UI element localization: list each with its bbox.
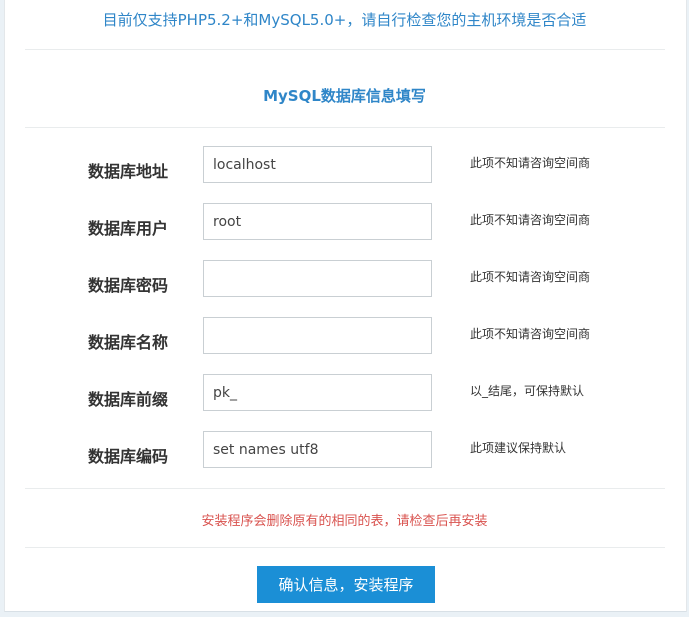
db-name-hint: 此项不知请咨询空间商 — [470, 327, 591, 341]
field-row-db-prefix: 数据库前缀 以_结尾，可保持默认 — [0, 374, 689, 412]
divider — [25, 127, 665, 128]
db-host-label: 数据库地址 — [88, 162, 169, 181]
db-password-hint: 此项不知请咨询空间商 — [470, 270, 591, 284]
db-password-label: 数据库密码 — [88, 276, 169, 295]
section-title: MySQL数据库信息填写 — [263, 87, 426, 105]
environment-notice: 目前仅支持PHP5.2+和MySQL5.0+，请自行检查您的主机环境是否合适 — [102, 11, 587, 29]
divider — [25, 488, 665, 489]
field-row-db-name: 数据库名称 此项不知请咨询空间商 — [0, 317, 689, 355]
field-row-db-host: 数据库地址 此项不知请咨询空间商 — [0, 146, 689, 184]
db-charset-input[interactable] — [203, 431, 432, 468]
db-name-label: 数据库名称 — [88, 333, 169, 352]
db-user-hint: 此项不知请咨询空间商 — [470, 213, 591, 227]
divider — [25, 49, 665, 50]
db-password-input[interactable] — [203, 260, 432, 297]
db-host-input[interactable] — [203, 146, 432, 183]
db-charset-hint: 此项建议保持默认 — [470, 441, 567, 455]
overwrite-warning: 安装程序会删除原有的相同的表，请检查后再安装 — [201, 514, 488, 529]
field-row-db-password: 数据库密码 此项不知请咨询空间商 — [0, 260, 689, 298]
db-prefix-hint: 以_结尾，可保持默认 — [470, 384, 585, 398]
db-host-hint: 此项不知请咨询空间商 — [470, 156, 591, 170]
db-charset-label: 数据库编码 — [88, 447, 169, 466]
db-prefix-input[interactable] — [203, 374, 432, 411]
field-row-db-user: 数据库用户 此项不知请咨询空间商 — [0, 203, 689, 241]
db-name-input[interactable] — [203, 317, 432, 354]
divider — [25, 547, 665, 548]
db-user-label: 数据库用户 — [88, 219, 169, 238]
db-user-input[interactable] — [203, 203, 432, 240]
confirm-install-button[interactable]: 确认信息，安装程序 — [257, 566, 435, 603]
db-prefix-label: 数据库前缀 — [88, 390, 169, 409]
field-row-db-charset: 数据库编码 此项建议保持默认 — [0, 431, 689, 469]
